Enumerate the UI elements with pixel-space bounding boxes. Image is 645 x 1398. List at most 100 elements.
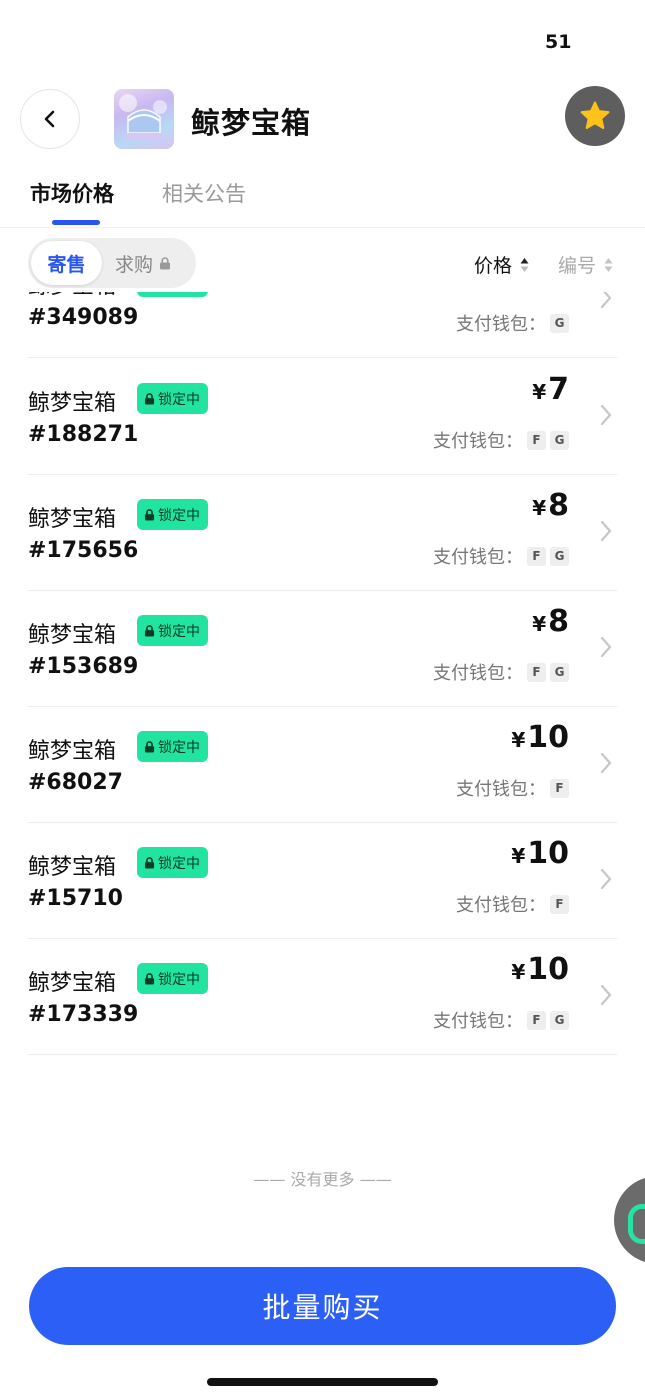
price-amount: 10 (527, 720, 569, 755)
sale-type-toggle: 寄售 求购 (28, 238, 196, 288)
tab-bar: 市场价格 相关公告 (0, 170, 645, 228)
listing-row[interactable]: 鲸梦宝箱 锁定中 #173339 ¥10 支付钱包： F G (28, 939, 617, 1055)
wallet-label: 支付钱包： (456, 314, 546, 335)
chevron-left-icon (44, 110, 55, 128)
item-price: ¥10 (511, 836, 569, 871)
star-icon (580, 101, 610, 129)
page-title: 鲸梦宝箱 (191, 106, 312, 140)
wallet-chip: F (550, 778, 569, 798)
wallet-chip: G (550, 662, 569, 682)
wallet-chip: G (550, 313, 569, 333)
listing-row[interactable]: 鲸梦宝箱 锁定中 #153689 ¥8 支付钱包： F G (28, 591, 617, 707)
sort-price-label: 价格 (474, 255, 513, 277)
tab-market-price[interactable]: 市场价格 (30, 178, 114, 208)
locked-badge-label: 锁定中 (158, 623, 200, 640)
sort-icon (520, 257, 529, 272)
item-id: #153689 (28, 654, 139, 679)
active-tab-indicator (52, 220, 100, 225)
item-name: 鲸梦宝箱 (28, 971, 117, 996)
currency-symbol: ¥ (511, 960, 526, 984)
lock-icon (144, 740, 155, 752)
wallet-chip: G (550, 430, 569, 450)
item-price: ¥8 (532, 604, 569, 639)
listing-row[interactable]: 鲸梦宝箱锁定中#349089¥7支付钱包：G (28, 292, 617, 358)
battery-indicator: 51 (541, 31, 575, 53)
sort-icon (604, 257, 613, 272)
wallet-label: 支付钱包： (456, 779, 546, 800)
wallet-chip: F (527, 662, 546, 682)
lock-icon (144, 856, 155, 868)
locked-badge: 锁定中 (137, 847, 208, 878)
locked-badge-label: 锁定中 (158, 739, 200, 756)
price-amount: 10 (527, 836, 569, 871)
locked-badge: 锁定中 (137, 383, 208, 414)
price-amount: 10 (527, 952, 569, 987)
sort-by-price[interactable]: 价格 (474, 251, 529, 278)
item-id: #175656 (28, 538, 139, 563)
wallet-chip: G (550, 546, 569, 566)
payment-wallets: 支付钱包： F (456, 775, 569, 801)
item-price: ¥10 (511, 720, 569, 755)
wanted-option-label: 求购 (115, 253, 154, 276)
chevron-right-icon (600, 984, 612, 1006)
currency-symbol: ¥ (532, 496, 547, 520)
wallet-chip: G (550, 1010, 569, 1030)
wallet-chip: F (527, 430, 546, 450)
item-name: 鲸梦宝箱 (28, 855, 117, 880)
chevron-right-icon (600, 520, 612, 542)
listing-row[interactable]: 鲸梦宝箱 锁定中 #188271 ¥7 支付钱包： F G (28, 359, 617, 475)
price-amount: 8 (548, 604, 569, 639)
wallet-label: 支付钱包： (456, 895, 546, 916)
listing-list: 鲸梦宝箱锁定中#349089¥7支付钱包：G鲸梦宝箱锁定中#188271¥7支付… (0, 292, 645, 1062)
wallet-label: 支付钱包： (433, 663, 523, 684)
item-price: ¥10 (511, 952, 569, 987)
lock-icon (144, 508, 155, 520)
chevron-right-icon (600, 292, 612, 309)
payment-wallets: 支付钱包： F G (433, 427, 569, 453)
payment-wallets: 支付钱包： F G (433, 1007, 569, 1033)
item-name: 鲸梦宝箱 (28, 739, 117, 764)
price-amount: 7 (548, 372, 569, 407)
lock-icon (160, 256, 171, 269)
chevron-right-icon (600, 404, 612, 426)
locked-badge: 锁定中 (137, 615, 208, 646)
back-button[interactable] (20, 89, 80, 149)
wallet-label: 支付钱包： (433, 547, 523, 568)
bulk-buy-button[interactable]: 批量购买 (29, 1267, 616, 1345)
listing-row[interactable]: 鲸梦宝箱 锁定中 #68027 ¥10 支付钱包： F (28, 707, 617, 823)
locked-badge: 锁定中 (137, 499, 208, 530)
chevron-right-icon (600, 752, 612, 774)
locked-badge-label: 锁定中 (158, 391, 200, 408)
wanted-option[interactable]: 求购 (115, 238, 171, 288)
item-id: #188271 (28, 422, 139, 447)
item-id: #173339 (28, 1002, 139, 1027)
item-name: 鲸梦宝箱 (28, 292, 116, 300)
no-more-text: —— 没有更多 —— (253, 1170, 392, 1189)
payment-wallets: 支付钱包： F G (433, 659, 569, 685)
collection-thumbnail (114, 89, 174, 149)
payment-wallets: 支付钱包： G (456, 310, 569, 336)
lock-icon (144, 624, 155, 636)
home-indicator (207, 1378, 438, 1386)
locked-badge-label: 锁定中 (158, 971, 200, 988)
tab-announcements[interactable]: 相关公告 (162, 178, 246, 208)
payment-wallets: 支付钱包： F G (433, 543, 569, 569)
item-price: ¥8 (532, 488, 569, 523)
wallet-label: 支付钱包： (433, 431, 523, 452)
price-amount: 8 (548, 488, 569, 523)
listing-row[interactable]: 鲸梦宝箱 锁定中 #175656 ¥8 支付钱包： F G (28, 475, 617, 591)
lock-icon (144, 972, 155, 984)
listing-row[interactable]: 鲸梦宝箱 锁定中 #15710 ¥10 支付钱包： F (28, 823, 617, 939)
currency-symbol: ¥ (532, 612, 547, 636)
item-id: #15710 (28, 886, 123, 911)
consignment-option[interactable]: 寄售 (31, 241, 102, 285)
locked-badge: 锁定中 (137, 292, 208, 297)
item-id: #68027 (28, 770, 123, 795)
lock-icon (144, 392, 155, 404)
currency-symbol: ¥ (511, 844, 526, 868)
locked-badge-label: 锁定中 (158, 507, 200, 524)
wallet-chip: F (527, 546, 546, 566)
sort-by-number[interactable]: 编号 (558, 251, 613, 278)
item-name: 鲸梦宝箱 (28, 507, 117, 532)
favorite-button[interactable] (565, 86, 625, 146)
